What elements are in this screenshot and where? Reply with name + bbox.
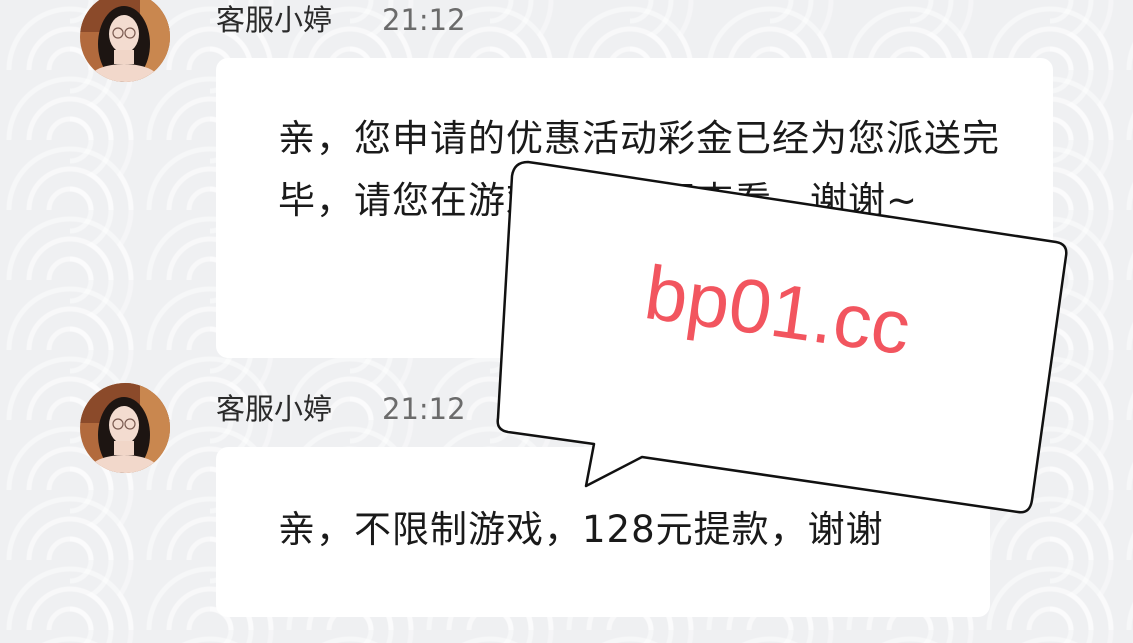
avatar-image [80,0,170,82]
message-time: 21:12 [382,392,466,426]
sender-avatar[interactable] [80,0,170,82]
message-time: 21:12 [382,3,466,37]
sender-name: 客服小婷 [216,392,333,426]
avatar-image [80,383,170,473]
sender-name: 客服小婷 [216,3,333,37]
speech-bubble-sticker: bp01.cc [478,150,1078,520]
sender-avatar[interactable] [80,383,170,473]
